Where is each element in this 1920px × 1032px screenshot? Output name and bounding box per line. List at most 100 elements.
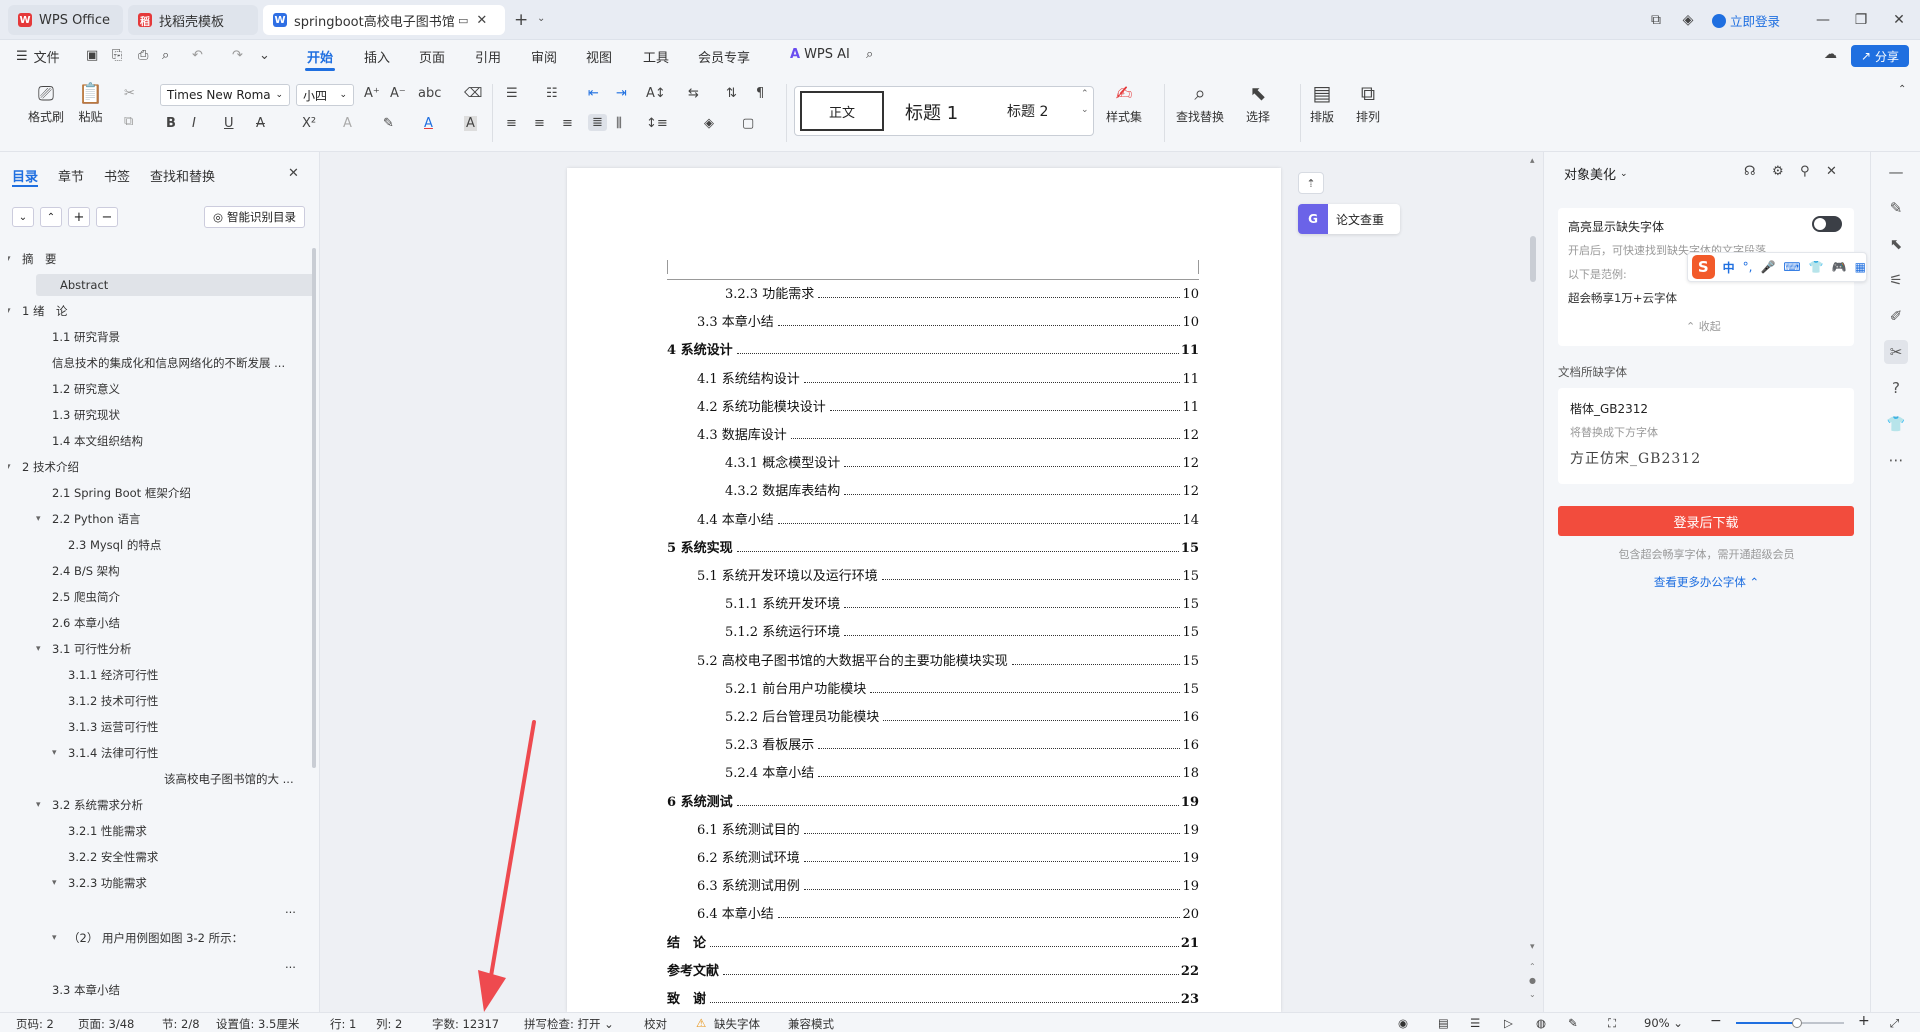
cube-icon[interactable]: ◈ <box>1675 8 1701 32</box>
superscript-icon[interactable]: X² <box>302 116 316 131</box>
toc-entry[interactable]: 5.2 高校电子图书馆的大数据平台的主要功能模块实现 15 <box>697 649 1199 669</box>
toc-entry[interactable]: 5.2.1 前台用户功能模块 15 <box>725 677 1199 697</box>
toc-item[interactable]: ▾ 2 技术介绍 <box>8 456 313 478</box>
ime-punct-icon[interactable]: °, <box>1743 260 1753 274</box>
collapse-link[interactable]: ⌃ 收起 <box>1686 318 1721 334</box>
zoom-slider-knob[interactable] <box>1791 1018 1802 1028</box>
close-panel-icon[interactable]: ✕ <box>1826 164 1837 179</box>
format-brush-button[interactable]: ⎚ 格式刷 <box>28 83 64 125</box>
highlight-icon[interactable]: ✎ <box>383 116 394 131</box>
distribute-icon[interactable]: ⫼ <box>616 116 622 131</box>
text-effect-icon[interactable]: A <box>343 116 352 131</box>
line-spacing-icon[interactable]: ↕≡ <box>646 116 668 131</box>
expand-caret-icon[interactable]: ▾ <box>36 644 48 654</box>
collapse-all-icon[interactable]: ⌃ <box>40 207 62 227</box>
web-view-icon[interactable]: ◍ <box>1536 1016 1546 1030</box>
pen-icon[interactable]: ✎ <box>1884 196 1908 220</box>
toc-item[interactable]: ▾ 3.2 系统需求分析 <box>8 794 313 816</box>
toc-entry[interactable]: 6.1 系统测试目的 19 <box>697 818 1199 838</box>
file-menu[interactable]: ☰ 文件 <box>16 47 60 66</box>
toc-entry[interactable]: 结 论 21 <box>667 931 1199 951</box>
close-tab-icon[interactable]: ✕ <box>476 13 487 28</box>
add-heading-icon[interactable]: + <box>68 207 90 227</box>
tab-wps-office[interactable]: W WPS Office <box>8 5 123 35</box>
eye-protect-icon[interactable]: ◉ <box>1398 1016 1408 1030</box>
pen-mode-icon[interactable]: ✎ <box>1568 1016 1578 1030</box>
scroll-up-icon[interactable]: ▴ <box>1530 156 1535 166</box>
toc-item[interactable]: ▾ 1 绪 论 <box>8 300 313 322</box>
adjust-icon[interactable]: ⚟ <box>1884 268 1908 292</box>
toc-item[interactable]: Abstract <box>36 274 316 296</box>
toc-item[interactable]: ▾ 2.2 Python 语言 <box>8 508 313 530</box>
zoom-in-icon[interactable]: + <box>1858 1013 1870 1029</box>
expand-caret-icon[interactable]: ▾ <box>52 933 64 943</box>
increase-indent-icon[interactable]: ⇥ <box>616 86 627 101</box>
find-replace-button[interactable]: ⌕ 查找替换 <box>1176 83 1224 125</box>
toc-item[interactable]: 1.2 研究意义 <box>8 378 313 400</box>
toc-item[interactable]: ... <box>8 898 313 920</box>
edit-icon[interactable]: ✐ <box>1884 304 1908 328</box>
toc-entry[interactable]: 6.2 系统测试环境 19 <box>697 846 1199 866</box>
highlight-toggle[interactable] <box>1812 216 1842 232</box>
sogou-logo-icon[interactable]: S <box>1692 255 1715 279</box>
toc-entry[interactable]: 3.2.3 功能需求 10 <box>725 282 1199 302</box>
style-normal[interactable]: 正文 <box>800 91 884 131</box>
toc-item[interactable]: 2.3 Mysql 的特点 <box>8 534 313 556</box>
expand-caret-icon[interactable]: ▾ <box>8 462 18 472</box>
doc-scrollbar[interactable]: ▴ ▾ ⌃ ● ⌄ <box>1528 156 1538 1006</box>
shading-icon[interactable]: ◈ <box>704 116 714 131</box>
status-word-count[interactable]: 字数: 12317 <box>432 1016 499 1032</box>
justify-icon[interactable]: ≣ <box>588 114 607 131</box>
status-proof[interactable]: 校对 <box>644 1016 667 1032</box>
redo-icon[interactable]: ↷ <box>232 48 243 63</box>
style-heading-1[interactable]: 标题 1 <box>905 99 958 125</box>
restore-icon[interactable]: ❐ <box>1848 8 1874 32</box>
ime-chinese-mode[interactable]: 中 <box>1723 259 1735 276</box>
collapse-ribbon-icon[interactable]: ⌃ <box>1898 84 1906 95</box>
tab-document[interactable]: W springboot高校电子图书馆的 ▭ ✕ <box>263 5 505 35</box>
numbered-list-icon[interactable]: ☷ <box>546 86 558 101</box>
toc-item[interactable]: 3.3 本章小结 <box>8 979 313 1001</box>
print-preview-icon[interactable]: ⌕ <box>162 48 169 63</box>
help-icon[interactable]: ? <box>1884 376 1908 400</box>
char-shading-icon[interactable]: A <box>464 116 477 131</box>
cut-icon[interactable]: ✂ <box>124 86 135 101</box>
next-page-icon[interactable]: ⌄ <box>1529 990 1536 999</box>
close-window-icon[interactable]: ✕ <box>1886 8 1912 32</box>
select-button[interactable]: ⬉ 选择 <box>1246 83 1270 125</box>
paste-button[interactable]: 📋 粘贴 <box>78 83 103 125</box>
toc-entry[interactable]: 6.3 系统测试用例 19 <box>697 874 1199 894</box>
expand-all-icon[interactable]: ⌄ <box>12 207 34 227</box>
expand-caret-icon[interactable]: ▾ <box>8 306 18 316</box>
toc-item[interactable]: 3.1.1 经济可行性 <box>8 664 313 686</box>
toc-item[interactable]: 该高校电子图书馆的大 ... <box>8 768 313 790</box>
status-section[interactable]: 节: 2/8 <box>162 1016 200 1032</box>
export-icon[interactable]: ⎘ <box>112 48 122 63</box>
toc-entry[interactable]: 3.3 本章小结 10 <box>697 310 1199 330</box>
toc-scrollbar[interactable] <box>312 248 316 768</box>
menu-start[interactable]: 开始 <box>307 47 333 66</box>
play-icon[interactable]: ▷ <box>1504 1016 1513 1030</box>
toc-entry[interactable]: 4.4 本章小结 14 <box>697 508 1199 528</box>
save-icon[interactable]: ▣ <box>86 48 98 63</box>
login-link[interactable]: 立即登录 <box>1712 11 1780 30</box>
bullet-list-icon[interactable]: ☰ <box>506 86 518 101</box>
toc-item[interactable]: ▾ 摘 要 <box>8 248 313 270</box>
toc-entry[interactable]: 5.2.2 后台管理员功能模块 16 <box>725 705 1199 725</box>
toc-item[interactable]: 2.4 B/S 架构 <box>8 560 313 582</box>
arrange-button[interactable]: ⧉ 排列 <box>1356 83 1380 125</box>
page-view-icon[interactable]: ▤ <box>1438 1016 1449 1030</box>
toc-entry[interactable]: 致 谢 23 <box>667 987 1199 1007</box>
prev-page-icon[interactable]: ⌃ <box>1529 962 1536 971</box>
status-missing-font[interactable]: 缺失字体 <box>714 1016 760 1032</box>
zoom-slider[interactable] <box>1736 1018 1844 1028</box>
toc-entry[interactable]: 4.2 系统功能模块设计 11 <box>697 395 1199 415</box>
status-pages[interactable]: 页面: 3/48 <box>78 1016 134 1032</box>
tab-list-chevron-icon[interactable]: ⌄ <box>537 13 545 24</box>
menu-insert[interactable]: 插入 <box>364 47 390 66</box>
underline-icon[interactable]: U <box>224 116 234 131</box>
toc-item[interactable]: 3.2.1 性能需求 <box>8 820 313 842</box>
menu-view[interactable]: 视图 <box>586 47 612 66</box>
toc-item[interactable]: 1.3 研究现状 <box>8 404 313 426</box>
menu-reference[interactable]: 引用 <box>475 47 501 66</box>
